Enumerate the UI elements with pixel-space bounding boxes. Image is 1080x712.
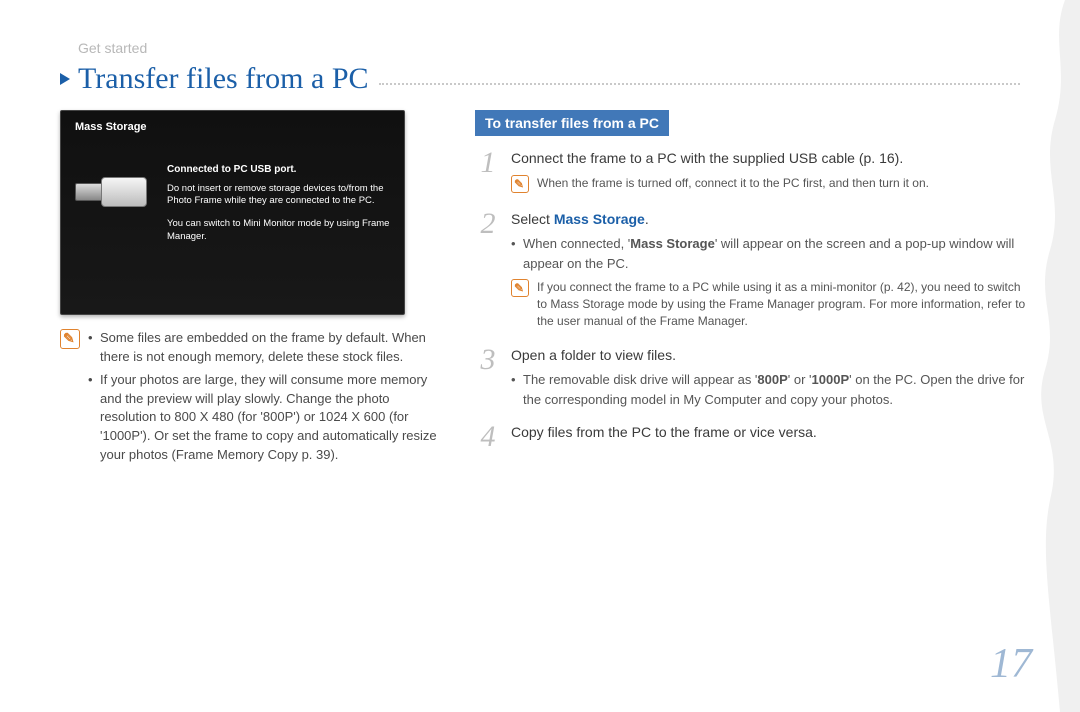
- step-2-bullet: When connected, 'Mass Storage' will appe…: [511, 234, 1030, 273]
- screenshot-title: Mass Storage: [75, 121, 390, 133]
- step-2-subnote: If you connect the frame to a PC while u…: [511, 279, 1030, 329]
- step-1-subnote: When the frame is turned off, connect it…: [511, 175, 1030, 193]
- right-column: To transfer files from a PC 1 Connect th…: [475, 110, 1030, 469]
- title-row: Transfer files from a PC: [60, 62, 1030, 96]
- page-number: 17: [990, 640, 1032, 688]
- title-arrow-icon: [60, 73, 70, 85]
- manual-page: Get started Transfer files from a PC Mas…: [0, 0, 1080, 712]
- usb-icon: [75, 167, 155, 215]
- left-note-list: Some files are embedded on the frame by …: [88, 329, 445, 469]
- screenshot-text: Connected to PC USB port. Do not insert …: [167, 163, 390, 254]
- note-pencil-icon: [511, 279, 529, 297]
- section-header: To transfer files from a PC: [475, 110, 669, 136]
- step-num-2: 2: [475, 209, 501, 335]
- step-body-4: Copy files from the PC to the frame or v…: [511, 422, 1030, 452]
- step-3: 3 Open a folder to view files. The remov…: [475, 345, 1030, 412]
- breadcrumb: Get started: [78, 40, 1030, 56]
- step-num-3: 3: [475, 345, 501, 412]
- note-pencil-icon: [60, 329, 80, 349]
- left-column: Mass Storage Connected to PC USB port. D…: [60, 110, 445, 469]
- step-4: 4 Copy files from the PC to the frame or…: [475, 422, 1030, 452]
- device-screenshot: Mass Storage Connected to PC USB port. D…: [60, 110, 405, 315]
- title-dots: [379, 83, 1020, 85]
- step-body-2: Select Mass Storage. When connected, 'Ma…: [511, 209, 1030, 335]
- left-note-item-1: Some files are embedded on the frame by …: [88, 329, 445, 367]
- left-note-item-2: If your photos are large, they will cons…: [88, 371, 445, 465]
- step-2: 2 Select Mass Storage. When connected, '…: [475, 209, 1030, 335]
- step-body-1: Connect the frame to a PC with the suppl…: [511, 148, 1030, 199]
- page-title: Transfer files from a PC: [78, 62, 369, 96]
- content-columns: Mass Storage Connected to PC USB port. D…: [60, 110, 1030, 469]
- step-num-1: 1: [475, 148, 501, 199]
- step-body-3: Open a folder to view files. The removab…: [511, 345, 1030, 412]
- step-3-bullet: The removable disk drive will appear as …: [511, 370, 1030, 409]
- step-1: 1 Connect the frame to a PC with the sup…: [475, 148, 1030, 199]
- note-pencil-icon: [511, 175, 529, 193]
- step-num-4: 4: [475, 422, 501, 452]
- left-note-block: Some files are embedded on the frame by …: [60, 329, 445, 469]
